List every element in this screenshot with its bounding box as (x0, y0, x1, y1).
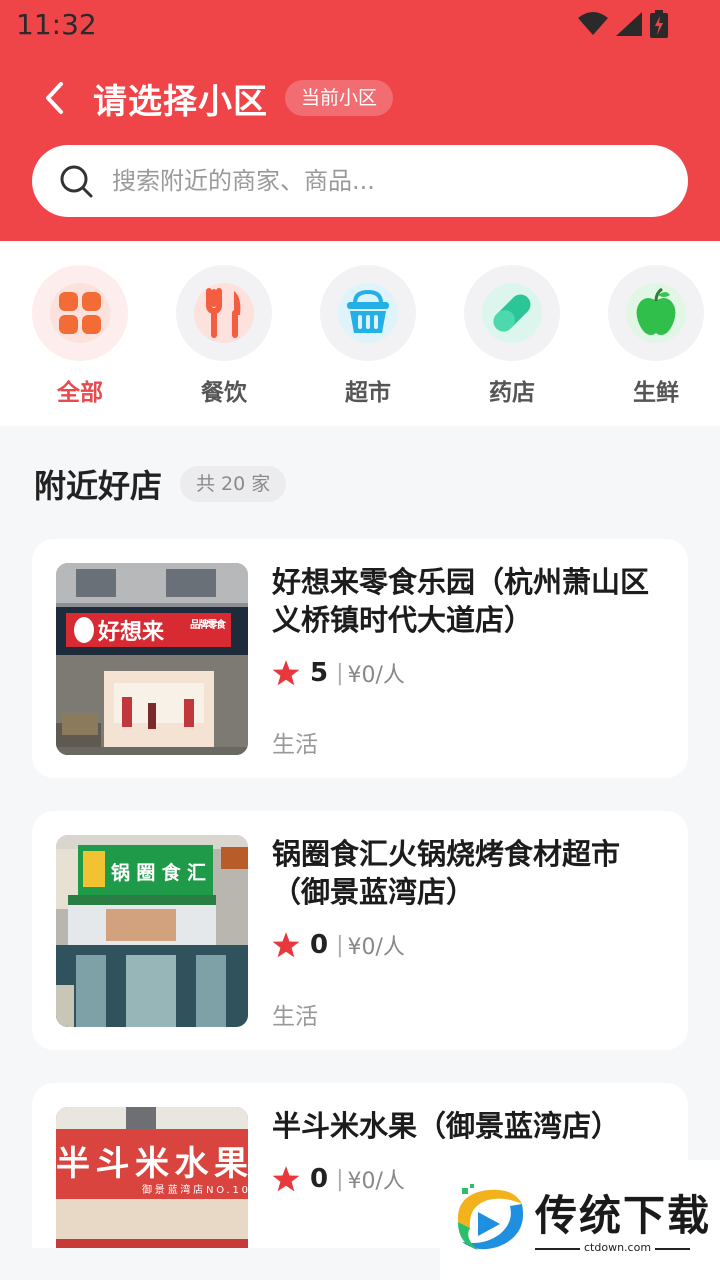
wifi-icon (578, 12, 608, 35)
meta-separator: | (336, 660, 344, 686)
header: 11:32 请选择小区 当前小区 (0, 0, 720, 241)
meta-separator: | (336, 1166, 344, 1192)
category-pharmacy[interactable]: 药店 (464, 265, 560, 407)
fork-knife-icon (194, 283, 254, 343)
shop-rating: 0 (310, 1164, 329, 1194)
star-icon (272, 932, 300, 958)
title-bar: 请选择小区 当前小区 (0, 70, 720, 126)
shop-sign-subtext: 品牌零食 (190, 618, 227, 631)
shop-card[interactable]: 好想来 品牌零食 好想来零食乐园（杭州萧山区义桥镇时代大道店） 5 | ¥0/人… (32, 539, 688, 778)
watermark: 传统下载 ctdown.com (440, 1160, 720, 1280)
shop-photo: 锅圈食汇 (56, 835, 248, 1027)
shop-category-tag: 生活 (272, 732, 318, 758)
section-header: 附近好店 共 20 家 (34, 462, 287, 506)
shop-price: ¥0/人 (347, 1169, 405, 1194)
watermark-text: 传统下载 (535, 1191, 712, 1240)
status-icons (578, 10, 668, 38)
status-time: 11:32 (16, 8, 97, 41)
search-input[interactable] (112, 167, 632, 195)
category-label: 全部 (57, 380, 103, 406)
shop-category-tag: 生活 (272, 1004, 318, 1030)
shop-rating: 5 (310, 658, 329, 688)
shop-card[interactable]: 锅圈食汇 锅圈食汇火锅烧烤食材超市（御景蓝湾店） 0 | ¥0/人 生活 (32, 811, 688, 1050)
shop-rating-row: 0 | ¥0/人 (272, 929, 405, 961)
basket-icon (338, 283, 398, 343)
current-community-button[interactable]: 当前小区 (285, 80, 394, 116)
battery-charging-icon (650, 10, 668, 38)
shop-sign-text: 好想来 (97, 619, 165, 645)
shop-name: 好想来零食乐园（杭州萧山区义桥镇时代大道店） (272, 565, 650, 637)
category-label: 餐饮 (201, 380, 247, 406)
category-label: 超市 (345, 380, 391, 406)
category-strip: 全部 餐饮 超市 药店 生鲜 (0, 241, 720, 426)
search-icon (60, 165, 93, 198)
star-icon (272, 1166, 300, 1192)
star-icon (272, 660, 300, 686)
category-fresh[interactable]: 生鲜 (608, 265, 704, 407)
status-bar: 11:32 (0, 0, 720, 50)
page-title: 请选择小区 (93, 82, 268, 122)
shop-rating: 0 (310, 930, 329, 960)
shop-rating-row: 5 | ¥0/人 (272, 657, 405, 689)
watermark-logo-icon (457, 1184, 524, 1250)
shop-price: ¥0/人 (347, 935, 405, 960)
category-label: 药店 (489, 380, 535, 406)
shop-photo: 好想来 品牌零食 (56, 563, 248, 755)
section-title: 附近好店 (34, 467, 163, 505)
category-all[interactable]: 全部 (32, 265, 128, 407)
shop-rating-row: 0 | ¥0/人 (272, 1163, 405, 1195)
shop-price: ¥0/人 (347, 663, 405, 688)
back-button[interactable] (34, 76, 74, 120)
category-supermarket[interactable]: 超市 (320, 265, 416, 407)
pill-icon (482, 283, 542, 343)
shop-count-badge: 共 20 家 (180, 466, 287, 502)
shop-sign-subtext: 御景蓝湾店NO.10 (142, 1183, 248, 1196)
shop-name: 锅圈食汇火锅烧烤食材超市（御景蓝湾店） (272, 837, 621, 909)
shop-sign-text: 半斗米水果 (56, 1144, 248, 1184)
search-bar[interactable] (32, 145, 688, 217)
grid-icon (50, 283, 110, 343)
signal-icon (616, 12, 642, 36)
meta-separator: | (336, 932, 344, 958)
apple-icon (626, 283, 686, 343)
watermark-url: ctdown.com (580, 1241, 656, 1254)
category-dining[interactable]: 餐饮 (176, 265, 272, 407)
shop-name: 半斗米水果（御景蓝湾店） (272, 1109, 621, 1143)
chevron-left-icon (46, 82, 63, 114)
category-label: 生鲜 (633, 380, 679, 406)
